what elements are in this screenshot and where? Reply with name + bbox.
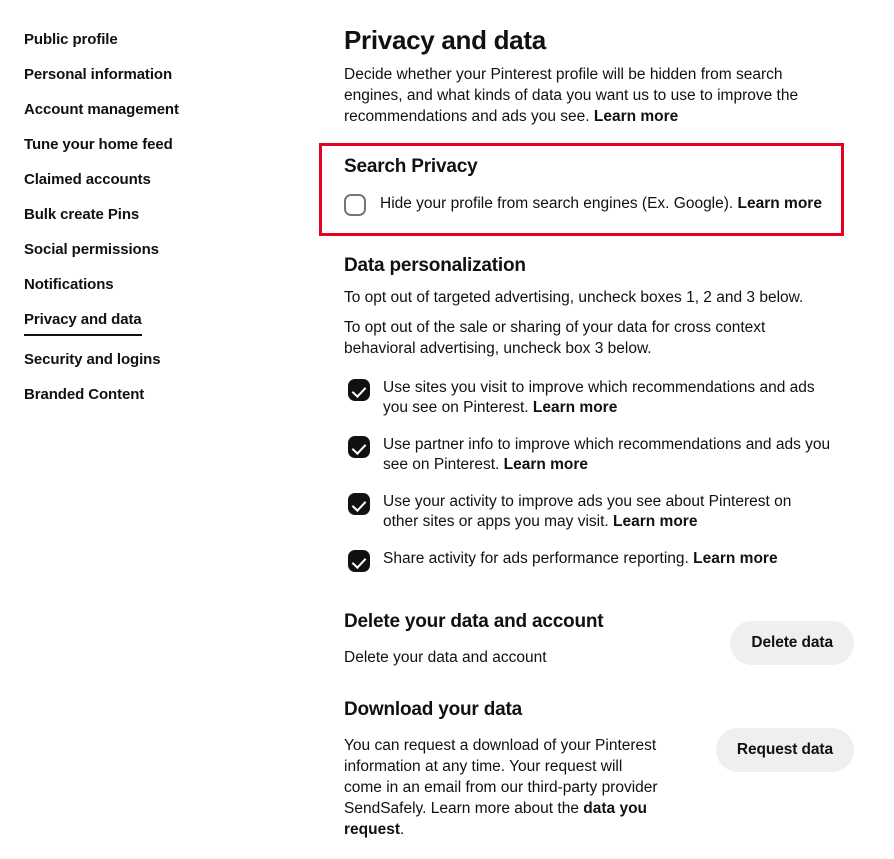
share-activity-text: Share activity for ads performance repor… <box>383 550 694 567</box>
search-privacy-title: Search Privacy <box>344 156 478 177</box>
option-row-use-your-activity[interactable]: Use your activity to improve ads you see… <box>348 492 844 532</box>
option-row-use-partner-info[interactable]: Use partner info to improve which recomm… <box>348 435 844 475</box>
option-row-share-activity[interactable]: Share activity for ads performance repor… <box>348 549 844 572</box>
sidebar-item-tune-your-home-feed[interactable]: Tune your home feed <box>24 135 173 154</box>
settings-page: Public profile Personal information Acco… <box>0 0 894 859</box>
delete-data-button[interactable]: Delete data <box>730 621 854 665</box>
sidebar-item-bulk-create-pins[interactable]: Bulk create Pins <box>24 205 139 224</box>
learn-more-link-option-3[interactable]: Learn more <box>613 513 697 530</box>
delete-data-section: Delete your data and account Delete your… <box>344 610 854 668</box>
data-personalization-title: Data personalization <box>344 255 526 276</box>
sidebar-item-public-profile[interactable]: Public profile <box>24 30 118 49</box>
download-data-section: Download your data You can request a dow… <box>344 698 854 840</box>
sidebar-item-account-management[interactable]: Account management <box>24 100 179 119</box>
use-your-activity-label: Use your activity to improve ads you see… <box>370 492 810 532</box>
delete-data-title: Delete your data and account <box>344 611 604 632</box>
sidebar-item-branded-content[interactable]: Branded Content <box>24 385 144 404</box>
option-row-use-sites-you-visit[interactable]: Use sites you visit to improve which rec… <box>348 378 844 418</box>
sidebar-item-notifications[interactable]: Notifications <box>24 275 114 294</box>
main-content-header: Privacy and data Decide whether your Pin… <box>344 0 844 127</box>
request-data-button[interactable]: Request data <box>715 728 854 772</box>
sidebar-item-personal-information[interactable]: Personal information <box>24 65 172 84</box>
hide-profile-checkbox-row[interactable]: Hide your profile from search engines (E… <box>344 193 844 216</box>
learn-more-link-option-1[interactable]: Learn more <box>533 399 617 416</box>
sidebar-item-claimed-accounts[interactable]: Claimed accounts <box>24 170 151 189</box>
hide-profile-checkbox[interactable] <box>344 194 366 216</box>
use-sites-you-visit-checkbox[interactable] <box>348 379 370 401</box>
learn-more-link-option-4[interactable]: Learn more <box>693 550 777 567</box>
use-partner-info-checkbox[interactable] <box>348 436 370 458</box>
search-privacy-section: Search Privacy Hide your profile from se… <box>344 155 844 229</box>
sidebar-item-privacy-and-data[interactable]: Privacy and data <box>24 310 142 336</box>
use-partner-info-label: Use partner info to improve which recomm… <box>370 435 832 475</box>
delete-data-description: Delete your data and account <box>344 649 547 666</box>
use-sites-you-visit-label: Use sites you visit to improve which rec… <box>370 378 832 418</box>
use-your-activity-text: Use your activity to improve ads you see… <box>383 493 792 530</box>
page-description: Decide whether your Pinterest profile wi… <box>344 64 822 127</box>
learn-more-link-search-privacy[interactable]: Learn more <box>738 195 822 212</box>
data-personalization-paragraph-2: To opt out of the sale or sharing of you… <box>344 319 766 357</box>
page-title: Privacy and data <box>344 25 546 55</box>
data-personalization-section: Data personalization To opt out of targe… <box>344 254 844 585</box>
share-activity-checkbox[interactable] <box>348 550 370 572</box>
hide-profile-checkbox-label: Hide your profile from search engines (E… <box>366 193 822 215</box>
download-data-description-suffix: . <box>400 821 405 838</box>
use-partner-info-text: Use partner info to improve which recomm… <box>383 436 831 473</box>
hide-profile-text: Hide your profile from search engines (E… <box>380 195 738 212</box>
settings-sidebar: Public profile Personal information Acco… <box>0 0 320 420</box>
use-your-activity-checkbox[interactable] <box>348 493 370 515</box>
learn-more-link-intro[interactable]: Learn more <box>594 108 678 125</box>
page-description-text: Decide whether your Pinterest profile wi… <box>344 66 799 125</box>
sidebar-item-social-permissions[interactable]: Social permissions <box>24 240 159 259</box>
learn-more-link-option-2[interactable]: Learn more <box>504 456 588 473</box>
share-activity-label: Share activity for ads performance repor… <box>370 549 832 569</box>
data-personalization-paragraph-1: To opt out of targeted advertising, unch… <box>344 289 804 306</box>
sidebar-item-security-and-logins[interactable]: Security and logins <box>24 350 161 369</box>
download-data-description: You can request a download of your Pinte… <box>344 735 664 840</box>
download-data-title: Download your data <box>344 699 522 720</box>
